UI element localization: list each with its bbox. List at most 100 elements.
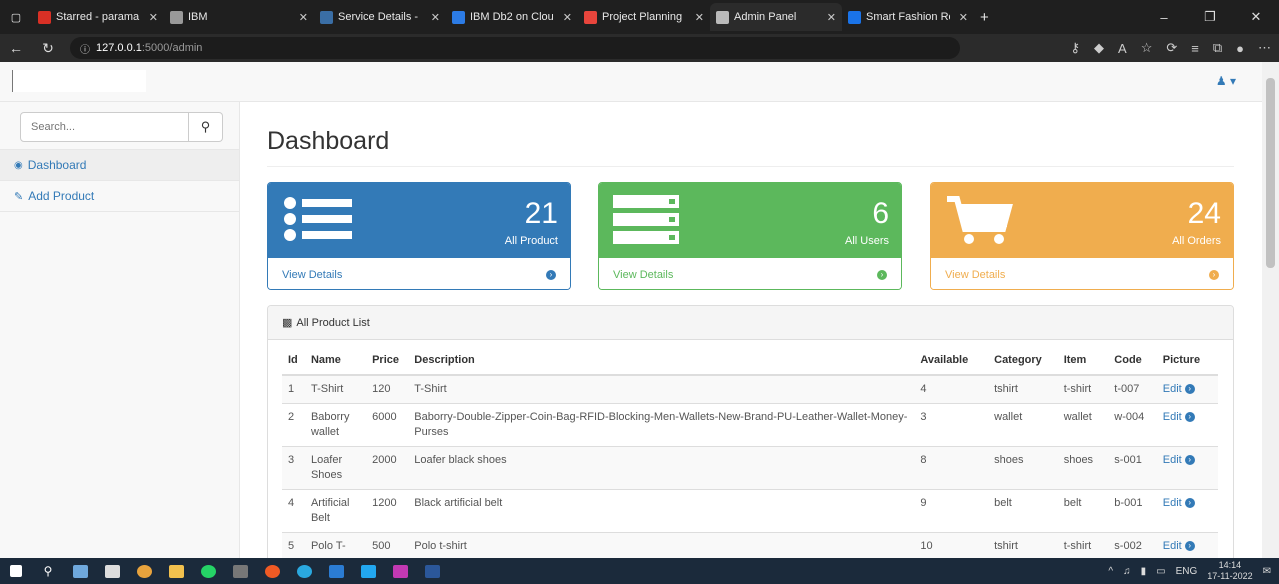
view-details-link[interactable]: View Details › (268, 257, 570, 289)
battery-icon[interactable]: ▮ (1141, 566, 1147, 577)
table-cell: Polo t-shirt (408, 532, 915, 560)
browser-tab[interactable]: IBM ✕ (164, 3, 314, 31)
arrow-circle-icon[interactable]: › (1184, 541, 1195, 552)
view-details-link[interactable]: View Details › (599, 257, 901, 289)
taskbar-app-icon[interactable] (320, 558, 352, 584)
brave-icon[interactable] (256, 558, 288, 584)
title-divider (267, 166, 1234, 167)
column-header: Available (914, 346, 989, 376)
profile-icon[interactable]: ● (1236, 41, 1244, 56)
edit-link[interactable]: Edit (1163, 497, 1182, 509)
volume-icon[interactable]: ♫ (1123, 566, 1131, 577)
key-icon[interactable]: ⚷ (1070, 40, 1080, 56)
table-cell: Edit › (1156, 532, 1218, 560)
card-header: 24 All Orders (931, 183, 1233, 257)
table-cell: belt (988, 489, 1058, 533)
scrollbar-thumb[interactable] (1266, 78, 1275, 268)
close-window-button[interactable]: ✕ (1233, 9, 1279, 25)
column-header: Name (304, 346, 367, 376)
close-tab-icon[interactable]: ✕ (959, 11, 968, 24)
close-tab-icon[interactable]: ✕ (695, 11, 704, 24)
edit-link[interactable]: Edit (1163, 411, 1182, 423)
browser-tab[interactable]: IBM Db2 on Clou ✕ (446, 3, 578, 31)
info-icon[interactable]: ⓘ (80, 41, 90, 56)
file-explorer-icon[interactable] (160, 558, 192, 584)
taskbar-app-icon[interactable] (96, 558, 128, 584)
whatsapp-icon[interactable] (192, 558, 224, 584)
edge-icon[interactable] (288, 558, 320, 584)
taskbar-app-icon[interactable] (384, 558, 416, 584)
table-cell: 5 (282, 532, 305, 560)
table-cell: 9 (914, 489, 989, 533)
edit-link[interactable]: Edit (1163, 454, 1182, 466)
tab-favicon-icon (320, 10, 333, 24)
search-button[interactable]: ⚲ (189, 112, 223, 142)
refresh-extension-icon[interactable]: ⟳ (1166, 40, 1177, 56)
browser-tab[interactable]: Admin Panel ✕ (710, 3, 842, 31)
taskbar-app-icon[interactable] (64, 558, 96, 584)
tab-label: Project Planning (602, 11, 683, 23)
view-details-link[interactable]: View Details › (931, 257, 1233, 289)
edit-link[interactable]: Edit (1163, 383, 1182, 395)
collections-icon[interactable]: ⧉ (1213, 40, 1222, 56)
browser-tab[interactable]: Starred - parama ✕ (32, 3, 164, 31)
table-cell: t-007 (1108, 374, 1157, 404)
column-header: Category (988, 346, 1058, 376)
refresh-button[interactable]: ↻ (32, 40, 64, 57)
user-icon: ♟ (1215, 74, 1227, 88)
sidebar-item-add-product[interactable]: ✎ Add Product (0, 181, 239, 212)
close-tab-icon[interactable]: ✕ (431, 11, 440, 24)
table-cell: 2 (282, 403, 305, 447)
word-icon[interactable] (416, 558, 448, 584)
restore-button[interactable]: ❐ (1187, 9, 1233, 25)
arrow-circle-icon[interactable]: › (1184, 412, 1195, 423)
taskbar-app-icon[interactable] (224, 558, 256, 584)
vscode-icon[interactable] (352, 558, 384, 584)
browser-tab[interactable]: Smart Fashion Re ✕ (842, 3, 974, 31)
table-cell: 1200 (366, 489, 409, 533)
page-scrollbar[interactable] (1262, 62, 1279, 558)
close-tab-icon[interactable]: ✕ (149, 11, 158, 24)
back-button[interactable]: ← (0, 40, 32, 56)
browser-tab[interactable]: Project Planning ✕ (578, 3, 710, 31)
table-cell: shoes (1057, 446, 1109, 490)
close-tab-icon[interactable]: ✕ (827, 11, 836, 24)
tab-actions-button[interactable]: ▢ (0, 3, 32, 31)
arrow-circle-icon[interactable]: › (1184, 498, 1195, 509)
table-cell: Edit › (1156, 374, 1218, 404)
network-icon[interactable]: ▭ (1156, 566, 1165, 577)
table-header-row: Id Name Price Description Available Category I… (282, 346, 1218, 376)
minimize-button[interactable]: – (1141, 10, 1187, 25)
table-cell: tshirt (988, 374, 1058, 404)
start-button[interactable] (0, 558, 32, 584)
tab-label: IBM (188, 11, 208, 23)
arrow-circle-icon[interactable]: › (1184, 455, 1195, 466)
chevron-up-icon[interactable]: ^ (1108, 566, 1113, 577)
favorite-icon[interactable]: ☆ (1141, 40, 1153, 56)
more-icon[interactable]: ⋯ (1258, 40, 1271, 56)
sidebar-item-dashboard[interactable]: ◉ Dashboard (0, 150, 239, 181)
url-field[interactable]: ⓘ 127.0.0.1:5000/admin (70, 37, 960, 59)
arrow-circle-icon[interactable]: › (1184, 384, 1195, 395)
read-aloud-icon[interactable]: A (1118, 41, 1127, 56)
close-tab-icon[interactable]: ✕ (563, 11, 572, 24)
sidebar: ⚲ ◉ Dashboard ✎ Add Product (0, 102, 240, 558)
extension-icon[interactable]: ◆ (1094, 40, 1104, 56)
clock-time: 14:14 (1218, 560, 1242, 570)
system-tray: ^ ♫ ▮ ▭ ENG 14:14 17-11-2022 ✉ (1108, 558, 1271, 584)
table-cell: Edit › (1156, 446, 1218, 490)
user-menu-button[interactable]: ♟ ▾ (1216, 74, 1236, 88)
favorites-list-icon[interactable]: ≡ (1191, 41, 1199, 56)
search-input[interactable] (20, 112, 189, 142)
edit-link[interactable]: Edit (1163, 540, 1182, 552)
language-indicator[interactable]: ENG (1176, 566, 1198, 577)
card-label: All Users (844, 235, 889, 247)
close-tab-icon[interactable]: ✕ (299, 11, 308, 24)
search-icon[interactable]: ⚲ (32, 558, 64, 584)
browser-tab[interactable]: Service Details - I ✕ (314, 3, 446, 31)
tab-favicon-icon (584, 10, 597, 24)
new-tab-button[interactable]: + (974, 3, 995, 31)
chrome-icon[interactable] (128, 558, 160, 584)
notification-icon[interactable]: ✉ (1263, 566, 1271, 577)
clock[interactable]: 14:14 17-11-2022 (1207, 560, 1252, 582)
